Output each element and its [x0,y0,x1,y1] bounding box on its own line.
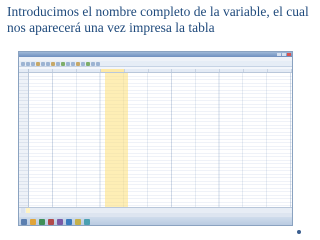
word-icon[interactable] [66,218,72,225]
column-header[interactable] [149,69,173,72]
goto-case-icon[interactable] [51,61,55,66]
variables-icon[interactable] [56,61,60,66]
column-header[interactable] [196,69,221,72]
grid-body [19,73,292,207]
select-cases-icon[interactable] [86,61,90,66]
start-button-icon[interactable] [21,218,27,225]
maximize-button[interactable] [282,53,286,56]
selected-column-cells[interactable] [105,73,128,207]
column-header[interactable] [268,69,292,72]
use-sets-icon[interactable] [96,61,100,66]
toolbar [19,61,292,67]
app-icon[interactable] [57,218,63,225]
grid-cells[interactable] [29,73,292,207]
media-player-icon[interactable] [39,218,45,225]
column-header[interactable] [244,69,269,72]
column-header-active[interactable] [100,69,125,72]
browser-icon[interactable] [48,218,54,225]
folder-icon[interactable] [30,218,36,225]
spss-data-editor-window [18,51,293,226]
split-file-icon[interactable] [76,61,80,66]
slide-page-dot [297,230,301,234]
close-button[interactable] [287,53,291,56]
print-icon[interactable] [31,61,35,66]
open-file-icon[interactable] [21,61,25,66]
find-icon[interactable] [61,61,65,66]
spss-icon[interactable] [75,218,81,225]
variable-view-grid [19,69,292,207]
redo-icon[interactable] [46,61,50,66]
window-controls [277,53,291,56]
row-numbers [19,73,29,207]
row-number-header [19,69,29,72]
value-labels-icon[interactable] [91,61,95,66]
column-header[interactable] [125,69,149,72]
weight-cases-icon[interactable] [81,61,85,66]
column-header[interactable] [53,69,77,72]
insert-cases-icon[interactable] [66,61,70,66]
column-header[interactable] [77,69,101,72]
insert-variable-icon[interactable] [71,61,75,66]
dialog-recall-icon[interactable] [36,61,40,66]
minimize-button[interactable] [277,53,281,56]
column-header[interactable] [220,69,245,72]
save-icon[interactable] [26,61,30,66]
column-header[interactable] [172,69,197,72]
windows-taskbar [19,217,292,225]
undo-icon[interactable] [41,61,45,66]
column-header[interactable] [29,69,53,72]
slide-title: Introducimos el nombre completo de la va… [7,4,309,35]
app-icon[interactable] [84,218,90,225]
